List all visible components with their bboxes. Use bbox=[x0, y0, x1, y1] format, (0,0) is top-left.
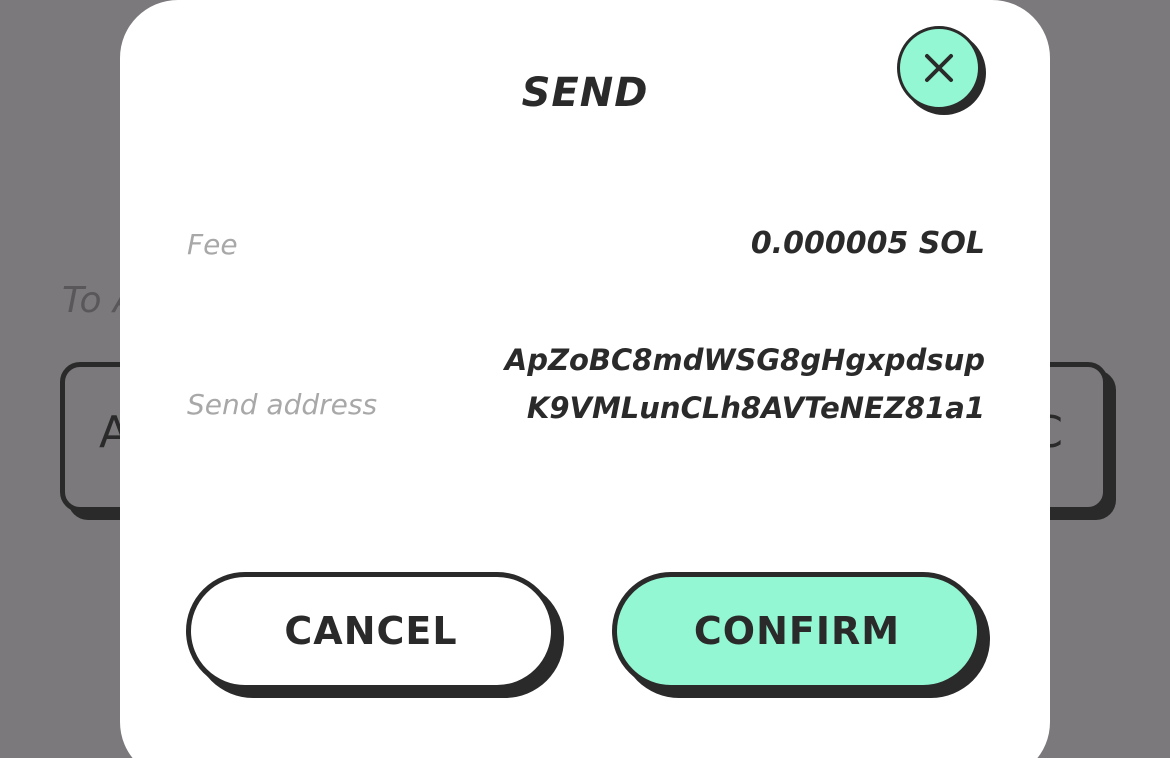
send-address-value: ApZoBC8mdWSG8gHgxpdsupK9VMLunCLh8AVTeNEZ… bbox=[504, 343, 985, 425]
cancel-button[interactable]: CANCEL bbox=[186, 572, 556, 690]
confirm-button[interactable]: CONFIRM bbox=[612, 572, 982, 690]
close-button[interactable] bbox=[897, 26, 981, 110]
fee-value: 0.000005 SOL bbox=[750, 226, 985, 261]
send-address-label: Send address bbox=[187, 388, 378, 421]
fee-label: Fee bbox=[187, 228, 238, 261]
close-icon bbox=[925, 54, 953, 82]
send-confirmation-dialog: SEND Fee 0.000005 SOL Send address ApZoB… bbox=[120, 0, 1050, 758]
